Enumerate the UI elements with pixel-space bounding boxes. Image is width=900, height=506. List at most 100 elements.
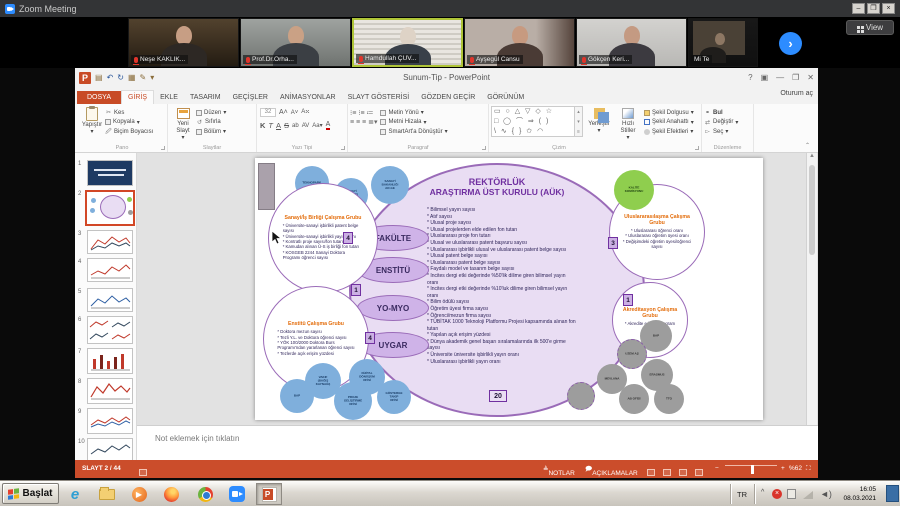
restore-icon[interactable]: ❐ [792,73,799,82]
action-center-alert-icon[interactable]: × [772,489,782,499]
change-case-icon[interactable]: Aa▾ [312,122,322,129]
file-explorer-icon[interactable] [94,483,120,505]
gray-circle-partial[interactable] [567,382,595,410]
minimize-icon[interactable]: – [852,3,865,14]
badge-1[interactable]: 1 [351,284,361,296]
speaker-icon[interactable]: ◄) [820,489,832,499]
sign-in-link[interactable]: Oturum aç [780,90,813,97]
participant-video[interactable]: Ayşegül Cansu [464,18,575,67]
clock[interactable]: 16:05 08.03.2021 [838,485,876,503]
align-text-button[interactable]: Metni Hizala ▾ [380,119,447,126]
chrome-icon[interactable] [192,483,218,505]
participant-video[interactable]: Neşe KAKLIK... [128,18,239,67]
close-icon[interactable]: × [882,3,895,14]
slide-thumbnail-6[interactable] [87,316,133,344]
slide-thumbnail-10[interactable] [87,438,133,460]
badge-4b[interactable]: 4 [365,332,375,344]
ribbon-display-icon[interactable]: ▣ [761,73,769,82]
arrange-button[interactable]: Yerleştir▾ [586,106,612,142]
dialog-launcher-icon[interactable] [341,146,345,150]
gray-circle-uzem[interactable]: UZEM AŞ [617,339,647,369]
replace-button[interactable]: ⇄Değiştir ▾ [704,119,751,126]
firefox-icon[interactable] [158,483,184,505]
help-icon[interactable]: ? [748,73,752,82]
notes-toggle[interactable]: ≜ NOTLAR [543,465,548,473]
touch-mode-icon[interactable]: ✎ [140,73,147,82]
participant-video[interactable]: Mi Te [688,18,758,67]
green-circle-kalite[interactable]: KALİTE KOMİSYONU [614,170,654,210]
slideshow-icon[interactable]: ▦ [128,73,136,82]
restore-icon[interactable]: ❐ [867,3,880,14]
comments-toggle[interactable]: 🗩 AÇIKLAMALAR [585,465,592,476]
dialog-launcher-icon[interactable] [161,146,165,150]
shapes-gallery[interactable]: ▭ ○ △ ▽ ◇ ☆□ ◯ ⌒ ⇒ ( )\ ∿ { } ✩ ◠ [491,106,575,137]
participant-video-active[interactable]: Hamdullah ÇUV... [352,18,463,67]
dialog-launcher-icon[interactable] [695,146,699,150]
collapse-ribbon-icon[interactable]: ⌃ [805,142,810,149]
shape-fill-button[interactable]: Şekil Dolgusu ▾ [644,109,694,116]
shape-outline-button[interactable]: Şekil Anahattı ▾ [644,119,694,126]
quick-styles-button[interactable]: Hızlı Stiller▾ [615,106,641,142]
slide-thumbnail-3[interactable] [87,230,133,254]
zoom-level[interactable]: %62 [789,465,802,472]
zoom-slider-thumb[interactable] [751,465,754,474]
italic-button[interactable]: T [268,121,273,130]
tab-dosya[interactable]: DOSYA [77,91,121,104]
undo-icon[interactable]: ↶ [107,73,114,82]
language-indicator[interactable]: TR [737,490,747,499]
current-slide[interactable]: REKTÖRLÜK ARAŞTIRMA ÜST KURULU (AÜK) * B… [255,158,763,420]
workgroup-sanayi[interactable]: Sanayi/İş Birliği Çalışma Grubu * Üniver… [268,183,378,293]
smartart-button[interactable]: SmartArt'a Dönüştür ▾ [380,128,447,135]
copy-button[interactable]: Kopyala ▾ [105,119,153,126]
find-button[interactable]: ⚭Bul [704,109,751,116]
gray-circle-ab[interactable]: AB OFİSİ [619,384,649,414]
blue-circle-proje[interactable]: PROJE GELİŞTİRME OFİSİ [334,382,372,420]
tab-gozden-gecir[interactable]: GÖZDEN GEÇİR [415,91,481,104]
reset-button[interactable]: ↺Sıfırla [196,119,226,126]
slide-thumbnail-4[interactable] [87,258,133,282]
media-player-icon[interactable]: ▶ [126,483,152,505]
bold-button[interactable]: K [260,121,265,130]
redo-icon[interactable]: ↻ [117,73,124,82]
slide-thumbnail-1[interactable] [87,160,133,186]
tab-gorunum[interactable]: GÖRÜNÜM [481,91,530,104]
slide-thumbnail-7[interactable] [87,348,133,374]
shapes-scroll[interactable]: ▴▾≡ [575,106,583,137]
blue-circle-bakanlik[interactable]: SANAYİ BAKANLIĞI AR-GE [371,166,409,204]
tab-tasarim[interactable]: TASARIM [184,91,227,104]
badge-3[interactable]: 3 [608,237,618,249]
gray-rectangle-shape[interactable] [258,163,275,210]
shape-effects-button[interactable]: Şekil Efektleri ▾ [644,128,694,135]
align-icons[interactable]: ≡ ≡ ≡ ≣▾ [350,118,377,126]
cut-button[interactable]: ✂Kes [105,109,153,116]
font-color-button[interactable]: A [326,121,331,130]
slide-indicator[interactable]: SLAYT 2 / 44 [82,465,121,472]
tray-blue-icon[interactable] [886,485,899,502]
underline-button[interactable]: A [276,121,281,130]
clear-format-icon[interactable]: A𝚡 [301,109,309,116]
paste-button[interactable]: Yapıştır▾ [79,106,105,142]
gray-circle-tto[interactable]: TTO [654,384,684,414]
zoom-taskbar-icon[interactable] [224,483,250,505]
participant-video[interactable]: Prof.Dr.Orha... [240,18,351,67]
next-participants-button[interactable]: › [779,32,802,55]
tray-app-icon[interactable] [787,489,796,499]
text-direction-button[interactable]: Metin Yönü ▾ [380,109,447,116]
font-size-box[interactable]: 32 [260,108,276,117]
powerpoint-taskbar-icon[interactable] [256,483,282,505]
vertical-scrollbar[interactable]: ▲ [806,153,817,425]
internet-explorer-icon[interactable]: e [62,483,88,505]
grow-font-icon[interactable]: A˄ [279,109,288,116]
tab-ekle[interactable]: EKLE [154,91,184,104]
select-button[interactable]: ▻Seç ▾ [704,128,751,135]
tab-gecisler[interactable]: GEÇİŞLER [227,91,274,104]
shadow-button[interactable]: ab [292,123,299,129]
badge-1b[interactable]: 1 [623,294,633,306]
char-spacing-icon[interactable]: AV [302,123,310,129]
total-kpi-badge[interactable]: 20 [489,390,507,402]
layout-button[interactable]: Düzen ▾ [196,109,226,116]
qat-customize-icon[interactable]: ▾ [150,73,154,82]
tab-slayt-gosterisi[interactable]: SLAYT GÖSTERİSİ [342,91,416,104]
slide-thumbnail-8[interactable] [87,378,133,404]
fit-slide-icon[interactable]: ⛶ [806,465,811,473]
